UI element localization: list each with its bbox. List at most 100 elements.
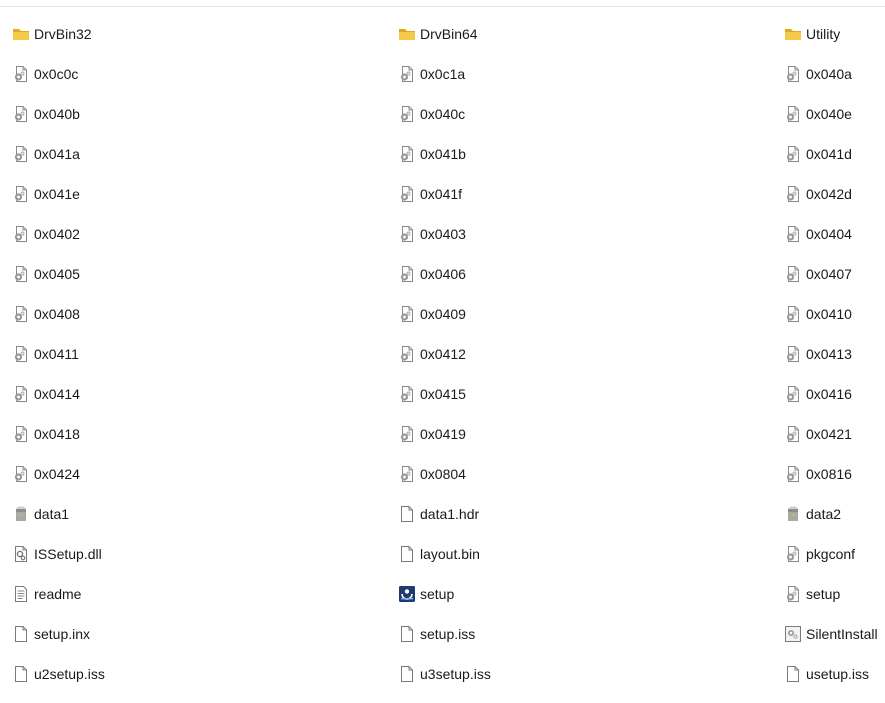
file-item[interactable]: data2 xyxy=(784,503,841,525)
settings-file-icon xyxy=(12,465,30,483)
file-name: 0x041b xyxy=(420,146,466,162)
file-item[interactable]: readme xyxy=(12,583,81,605)
blank-file-icon xyxy=(398,665,416,683)
settings-file-icon xyxy=(398,265,416,283)
file-item[interactable]: 0x0416 xyxy=(784,383,852,405)
file-item[interactable]: 0x0412 xyxy=(398,343,466,365)
file-item[interactable]: SilentInstall xyxy=(784,623,878,645)
file-name: 0x0416 xyxy=(806,386,852,402)
file-item[interactable]: 0x041b xyxy=(398,143,466,165)
settings-file-icon xyxy=(784,465,802,483)
file-name: 0x041e xyxy=(34,186,80,202)
file-item[interactable]: 0x0413 xyxy=(784,343,852,365)
file-item[interactable]: setup.iss xyxy=(398,623,475,645)
file-item[interactable]: 0x041d xyxy=(784,143,852,165)
file-item[interactable]: 0x040e xyxy=(784,103,852,125)
file-item[interactable]: 0x0407 xyxy=(784,263,852,285)
file-item[interactable]: 0x0415 xyxy=(398,383,466,405)
settings-file-icon xyxy=(784,305,802,323)
settings-file-icon xyxy=(12,425,30,443)
settings-file-icon xyxy=(398,185,416,203)
file-item[interactable]: 0x0804 xyxy=(398,463,466,485)
file-name: 0x0404 xyxy=(806,226,852,242)
file-item[interactable]: 0x0c1a xyxy=(398,63,465,85)
settings-file-icon xyxy=(12,305,30,323)
file-item[interactable]: 0x0816 xyxy=(784,463,852,485)
file-item[interactable]: Utility xyxy=(784,23,840,45)
file-name: 0x0411 xyxy=(34,346,79,362)
settings-file-icon xyxy=(398,145,416,163)
dll-file-icon xyxy=(12,545,30,563)
file-name: 0x0c0c xyxy=(34,66,79,82)
file-name: 0x0424 xyxy=(34,466,80,482)
settings-file-icon xyxy=(398,305,416,323)
file-item[interactable]: u3setup.iss xyxy=(398,663,491,685)
file-item[interactable]: data1.hdr xyxy=(398,503,479,525)
file-item[interactable]: 0x0409 xyxy=(398,303,466,325)
file-name: setup.iss xyxy=(420,626,476,642)
settings-file-icon xyxy=(398,225,416,243)
settings-file-icon xyxy=(12,105,30,123)
file-item[interactable]: 0x0411 xyxy=(12,343,79,365)
file-item[interactable]: usetup.iss xyxy=(784,663,869,685)
file-item[interactable]: ISSetup.dll xyxy=(12,543,102,565)
file-list-view[interactable]: DrvBin32 DrvBin64 Utility 0x0c0c 0x0c1a xyxy=(0,0,885,703)
file-name: 0x041a xyxy=(34,146,80,162)
file-item[interactable]: 0x0410 xyxy=(784,303,852,325)
file-item[interactable]: 0x0408 xyxy=(12,303,80,325)
file-item[interactable]: u2setup.iss xyxy=(12,663,105,685)
settings-file-icon xyxy=(12,145,30,163)
blank-file-icon xyxy=(398,545,416,563)
file-name: SilentInstall xyxy=(806,626,878,642)
file-item[interactable]: data1 xyxy=(12,503,69,525)
file-item[interactable]: setup xyxy=(784,583,840,605)
file-item[interactable]: 0x0403 xyxy=(398,223,466,245)
file-item[interactable]: setup xyxy=(398,583,454,605)
settings-file-icon xyxy=(784,545,802,563)
file-item[interactable]: 0x041f xyxy=(398,183,462,205)
file-item[interactable]: 0x0404 xyxy=(784,223,852,245)
shortcut-app-icon xyxy=(784,625,802,643)
file-item[interactable]: 0x040a xyxy=(784,63,852,85)
file-item[interactable]: 0x0c0c xyxy=(12,63,78,85)
settings-file-icon xyxy=(398,385,416,403)
file-item[interactable]: 0x0418 xyxy=(12,423,80,445)
file-name: 0x0403 xyxy=(420,226,466,242)
file-item[interactable]: 0x040c xyxy=(398,103,465,125)
file-item[interactable]: pkgconf xyxy=(784,543,855,565)
file-name: setup xyxy=(806,586,841,602)
settings-file-icon xyxy=(398,105,416,123)
settings-file-icon xyxy=(12,385,30,403)
settings-file-icon xyxy=(784,185,802,203)
file-item[interactable]: layout.bin xyxy=(398,543,480,565)
file-item[interactable]: DrvBin32 xyxy=(12,23,92,45)
file-item[interactable]: 0x0419 xyxy=(398,423,466,445)
file-item[interactable]: 0x0414 xyxy=(12,383,80,405)
file-item[interactable]: 0x0406 xyxy=(398,263,466,285)
settings-file-icon xyxy=(398,65,416,83)
file-item[interactable]: DrvBin64 xyxy=(398,23,478,45)
file-item[interactable]: 0x041e xyxy=(12,183,80,205)
file-item[interactable]: 0x0402 xyxy=(12,223,80,245)
file-name: setup xyxy=(420,586,455,602)
folder-icon xyxy=(398,25,416,43)
file-name: pkgconf xyxy=(806,546,856,562)
file-item[interactable]: 0x0405 xyxy=(12,263,80,285)
file-name: 0x0406 xyxy=(420,266,466,282)
file-item[interactable]: 0x042d xyxy=(784,183,852,205)
file-item[interactable]: 0x040b xyxy=(12,103,80,125)
file-name: 0x0408 xyxy=(34,306,80,322)
file-name: usetup.iss xyxy=(806,666,870,682)
settings-file-icon xyxy=(12,345,30,363)
file-item[interactable]: setup.inx xyxy=(12,623,90,645)
installer-app-icon xyxy=(398,585,416,603)
file-name: 0x0410 xyxy=(806,306,852,322)
text-file-icon xyxy=(12,585,30,603)
settings-file-icon xyxy=(12,185,30,203)
folder-icon xyxy=(784,25,802,43)
file-item[interactable]: 0x0421 xyxy=(784,423,852,445)
file-item[interactable]: 0x0424 xyxy=(12,463,80,485)
file-name: 0x040e xyxy=(806,106,852,122)
file-item[interactable]: 0x041a xyxy=(12,143,80,165)
settings-file-icon xyxy=(398,425,416,443)
